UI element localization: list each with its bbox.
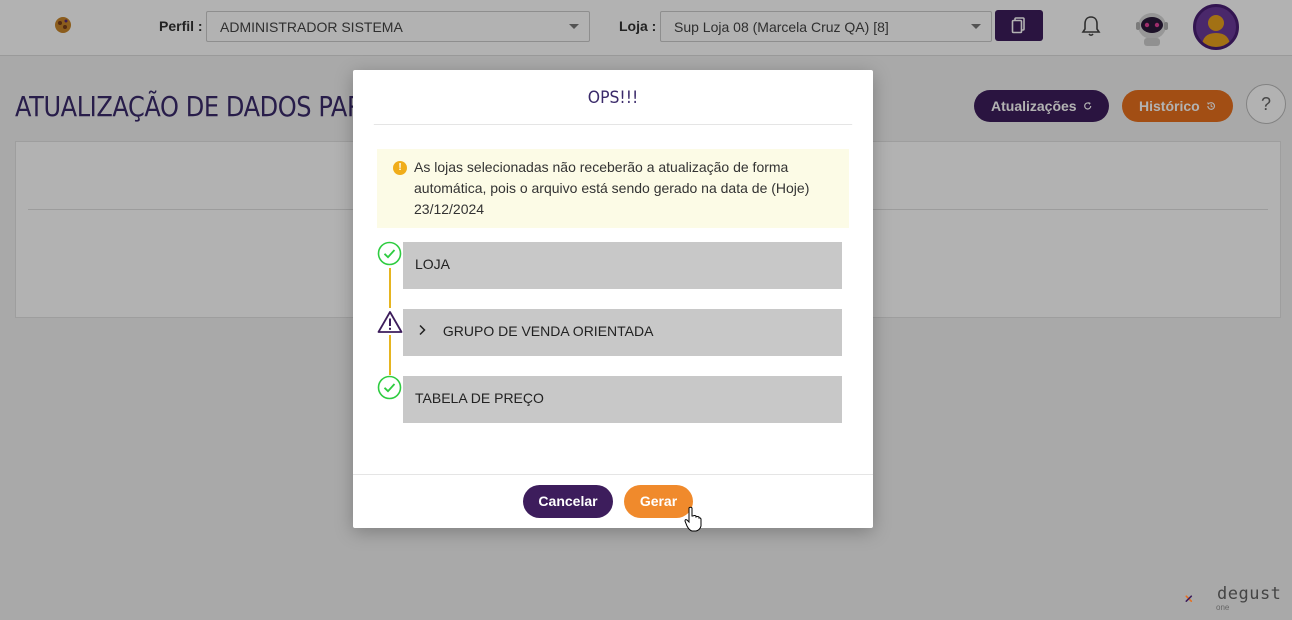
brand-name: degust [1217, 584, 1282, 604]
alert-text: As lojas selecionadas não receberão a at… [414, 159, 810, 217]
step-loja: LOJA [403, 242, 842, 289]
check-circle-icon [377, 241, 402, 266]
generate-button[interactable]: Gerar [624, 485, 693, 518]
warning-triangle-icon [377, 311, 403, 333]
check-circle-icon [377, 375, 402, 400]
dialog-title: OPS!!! [373, 70, 853, 125]
degust-logo-icon [1185, 595, 1193, 602]
warning-alert: ! As lojas selecionadas não receberão a … [377, 149, 849, 228]
step-label: TABELA DE PREÇO [415, 390, 544, 406]
ops-dialog: OPS!!! ! As lojas selecionadas não receb… [353, 70, 873, 528]
cancel-button[interactable]: Cancelar [523, 485, 613, 518]
brand-sub: one [1216, 603, 1230, 612]
exclamation-icon: ! [393, 161, 407, 175]
step-label: GRUPO DE VENDA ORIENTADA [442, 323, 654, 339]
step-label: LOJA [415, 256, 451, 272]
step-connector [389, 268, 391, 308]
step-tabela-preco: TABELA DE PREÇO [403, 376, 842, 423]
chevron-right-icon[interactable] [417, 309, 439, 354]
hand-cursor-icon [684, 506, 702, 532]
dialog-footer-divider [353, 474, 873, 475]
step-connector [389, 335, 391, 375]
step-grupo-venda-orientada[interactable]: GRUPO DE VENDA ORIENTADA [403, 309, 842, 356]
